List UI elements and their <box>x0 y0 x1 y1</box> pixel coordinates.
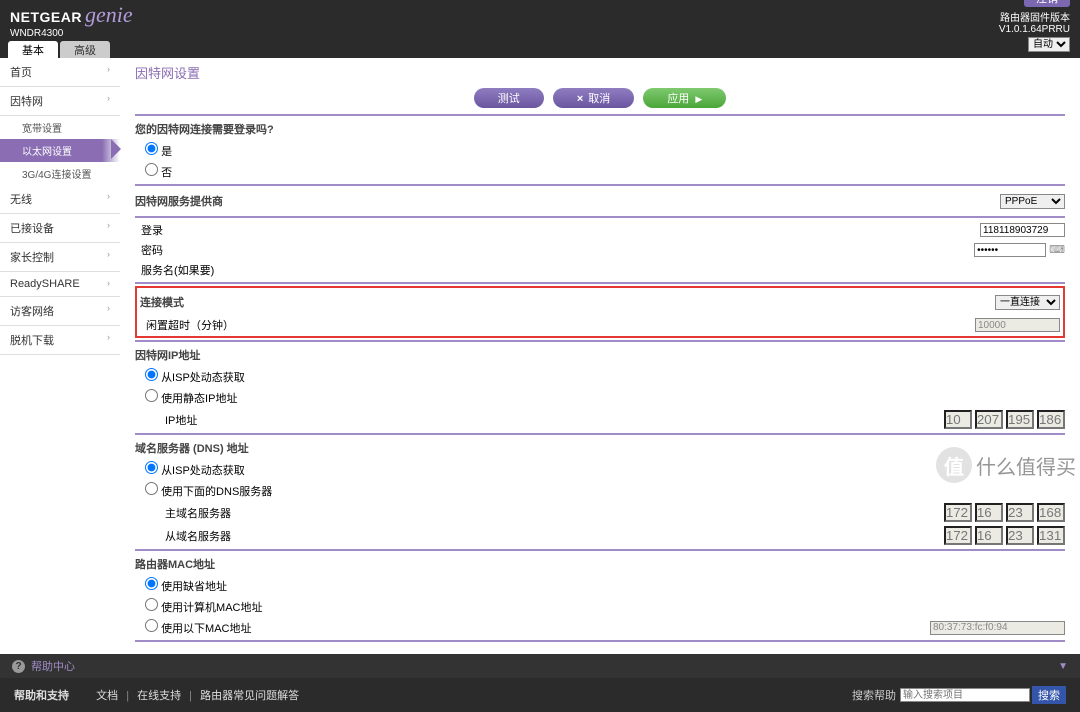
sidebar-item-internet[interactable]: 因特网› <box>0 87 120 116</box>
chevron-right-icon: › <box>107 220 110 236</box>
search-label: 搜索帮助 <box>852 687 896 703</box>
chevron-right-icon: › <box>107 249 110 265</box>
sidebar-item-attached[interactable]: 已接设备› <box>0 214 120 243</box>
model-label: WNDR4300 <box>10 28 133 39</box>
tab-basic[interactable]: 基本 <box>8 41 58 58</box>
login-user-input[interactable] <box>980 223 1065 237</box>
sidebar-sub-3g4g[interactable]: 3G/4G连接设置 <box>0 162 120 185</box>
chevron-right-icon: › <box>107 303 110 319</box>
sidebar-item-parental[interactable]: 家长控制› <box>0 243 120 272</box>
secondary-dns-field <box>944 526 1065 545</box>
help-bar: ? 帮助中心 ▼ <box>0 654 1080 678</box>
login-pass-label: 密码 <box>135 242 163 258</box>
cancel-button[interactable]: ×取消 <box>553 88 634 108</box>
mac-address-input[interactable] <box>930 621 1065 635</box>
sdns-1[interactable] <box>944 526 972 545</box>
connection-mode-section: 连接模式 一直连接 闲置超时（分钟） <box>135 286 1065 338</box>
sdns-3[interactable] <box>1006 526 1034 545</box>
sidebar: 首页› 因特网› 宽带设置 以太网设置 3G/4G连接设置 无线› 已接设备› … <box>0 58 120 654</box>
login-user-label: 登录 <box>135 222 163 238</box>
logout-button[interactable]: 注销 <box>1024 0 1070 7</box>
pdns-1[interactable] <box>944 503 972 522</box>
footer-doc-link[interactable]: 文档 <box>96 690 118 702</box>
conn-mode-select[interactable]: 一直连接 <box>995 295 1060 310</box>
search-wrap: 搜索帮助 搜索 <box>852 686 1066 704</box>
page-title: 因特网设置 <box>135 63 1065 82</box>
sidebar-item-wireless[interactable]: 无线› <box>0 185 120 214</box>
ip-oct-1[interactable] <box>944 410 972 429</box>
primary-dns-field <box>944 503 1065 522</box>
chevron-right-icon: › <box>107 332 110 348</box>
secondary-dns-label: 从域名服务器 <box>165 528 231 544</box>
sdns-4[interactable] <box>1037 526 1065 545</box>
conn-mode-label: 连接模式 <box>140 291 184 313</box>
login-pass-input[interactable] <box>974 243 1046 257</box>
chevron-right-icon: › <box>107 278 110 290</box>
dns-title: 域名服务器 (DNS) 地址 <box>135 437 1065 459</box>
sidebar-item-home[interactable]: 首页› <box>0 58 120 87</box>
isp-title: 因特网服务提供商 <box>135 190 223 212</box>
idle-timeout-label: 闲置超时（分钟） <box>140 317 234 333</box>
language-select[interactable]: 自动 <box>1028 37 1070 52</box>
top-header: NETGEAR genie WNDR4300 注销 路由器固件版本V1.0.1.… <box>0 0 1080 40</box>
ip-address-field <box>944 410 1065 429</box>
brand-netgear: NETGEAR <box>10 9 82 25</box>
isp-select[interactable]: PPPoE <box>1000 194 1065 209</box>
tabs-row: 基本 高级 <box>0 40 1080 58</box>
ip-static-radio[interactable]: 使用静态IP地址 <box>145 393 237 405</box>
mac-title: 路由器MAC地址 <box>135 553 1065 575</box>
login-no-radio[interactable]: 否 <box>145 167 172 179</box>
sidebar-item-offline[interactable]: 脱机下载› <box>0 326 120 355</box>
search-input[interactable] <box>900 688 1030 702</box>
footer-support: 帮助和支持 <box>14 690 69 702</box>
footer-faq-link[interactable]: 路由器常见问题解答 <box>200 690 299 702</box>
mac-pc-radio[interactable]: 使用计算机MAC地址 <box>145 602 263 614</box>
help-center-label: 帮助中心 <box>31 658 75 674</box>
sdns-2[interactable] <box>975 526 1003 545</box>
chevron-right-icon: › <box>107 64 110 80</box>
login-required-title: 您的因特网连接需要登录吗? <box>135 118 1065 140</box>
x-icon: × <box>577 93 583 105</box>
brand-genie: genie <box>85 2 133 27</box>
question-icon: ? <box>12 660 25 673</box>
logo-area: NETGEAR genie WNDR4300 <box>10 2 133 39</box>
footer-online-link[interactable]: 在线支持 <box>137 690 181 702</box>
action-buttons: 测试 ×取消 应用▶ <box>135 88 1065 108</box>
chevron-right-icon: › <box>107 93 110 109</box>
sidebar-sub-wan[interactable]: 宽带设置 <box>0 116 120 139</box>
search-button[interactable]: 搜索 <box>1032 686 1066 704</box>
firmware-version-label: 路由器固件版本V1.0.1.64PRRU <box>999 9 1070 35</box>
ip-address-label: IP地址 <box>165 412 197 428</box>
mac-default-radio[interactable]: 使用缺省地址 <box>145 581 227 593</box>
ip-oct-3[interactable] <box>1006 410 1034 429</box>
dns-static-radio[interactable]: 使用下面的DNS服务器 <box>145 486 272 498</box>
primary-dns-label: 主域名服务器 <box>165 505 231 521</box>
service-name-label: 服务名(如果要) <box>135 262 214 278</box>
sidebar-item-readyshare[interactable]: ReadySHARE› <box>0 272 120 297</box>
idle-timeout-input <box>975 318 1060 332</box>
dns-dynamic-radio[interactable]: 从ISP处动态获取 <box>145 465 245 477</box>
sidebar-item-guest[interactable]: 访客网络› <box>0 297 120 326</box>
tab-advanced[interactable]: 高级 <box>60 41 110 58</box>
sidebar-sub-ethernet[interactable]: 以太网设置 <box>0 139 120 162</box>
internet-ip-title: 因特网IP地址 <box>135 344 1065 366</box>
pdns-4[interactable] <box>1037 503 1065 522</box>
ip-dynamic-radio[interactable]: 从ISP处动态获取 <box>145 372 245 384</box>
mac-this-radio[interactable]: 使用以下MAC地址 <box>145 619 252 636</box>
chevron-right-icon: › <box>107 191 110 207</box>
apply-button[interactable]: 应用▶ <box>643 88 726 108</box>
test-button[interactable]: 测试 <box>474 88 544 108</box>
ip-oct-4[interactable] <box>1037 410 1065 429</box>
chevron-down-icon[interactable]: ▼ <box>1058 661 1068 672</box>
help-center-toggle[interactable]: ? 帮助中心 <box>12 658 75 674</box>
login-yes-radio[interactable]: 是 <box>145 146 172 158</box>
arrow-right-icon: ▶ <box>695 94 702 104</box>
pdns-3[interactable] <box>1006 503 1034 522</box>
pdns-2[interactable] <box>975 503 1003 522</box>
key-icon[interactable]: ⌨ <box>1049 244 1065 256</box>
footer: 帮助和支持 文档 | 在线支持 | 路由器常见问题解答 搜索帮助 搜索 <box>0 678 1080 712</box>
ip-oct-2[interactable] <box>975 410 1003 429</box>
content-pane: 因特网设置 测试 ×取消 应用▶ 您的因特网连接需要登录吗? 是 否 因特网服务… <box>120 58 1080 654</box>
